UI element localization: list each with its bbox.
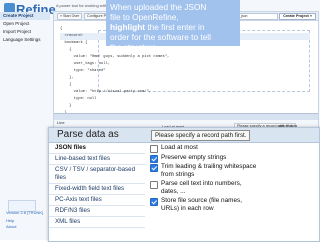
parse-panel-header: Parse data as Please specify a record pa… <box>49 128 319 143</box>
parse-panel-title: Parse data as <box>57 129 119 140</box>
option-label: Parse cell text into numbers, dates, ... <box>161 180 242 195</box>
parse-options: Load at most Preserve empty strings Trim… <box>149 144 259 214</box>
callout-line-4: order for the software to tell <box>110 32 211 42</box>
callout-highlight-word: highlight <box>110 22 146 32</box>
option-label: Preserve empty strings <box>161 153 227 161</box>
format-rdf-n3[interactable]: RDF/N3 files <box>49 206 145 217</box>
format-pc-axis[interactable]: PC-Axis text files <box>49 195 145 206</box>
format-xml[interactable]: XML files <box>49 217 145 228</box>
json-line[interactable]: }, <box>60 75 310 82</box>
checkbox-trim-whitespace[interactable] <box>150 164 158 172</box>
about-link[interactable]: About <box>6 224 16 229</box>
callout-line-2: file to OpenRefine, <box>110 12 179 22</box>
create-project-button[interactable]: Create Project » <box>279 13 316 20</box>
nav-import-project[interactable]: Import Project <box>0 28 50 36</box>
checkbox-preserve-empty[interactable] <box>150 154 158 163</box>
json-line[interactable]: { <box>60 82 310 89</box>
json-line[interactable]: type: null <box>60 96 310 103</box>
option-parse-cell-text[interactable]: Parse cell text into numbers, dates, ... <box>149 180 259 195</box>
format-fixed-width[interactable]: Fixed-width field text files <box>49 184 145 195</box>
nav-create-project[interactable]: Create Project <box>0 12 50 20</box>
option-load-at-most[interactable]: Load at most <box>149 144 259 153</box>
nav-open-project[interactable]: Open Project <box>0 20 50 28</box>
callout-text: When uploaded the JSON file to OpenRefin… <box>106 0 240 54</box>
format-json-files[interactable]: JSON files <box>49 143 145 154</box>
option-preserve-empty[interactable]: Preserve empty strings <box>149 153 259 163</box>
callout-line-1: When uploaded the JSON <box>110 2 207 12</box>
option-trim-whitespace[interactable]: Trim leading & trailing whitespace from … <box>149 163 259 178</box>
option-label: Trim leading & trailing whitespace from … <box>161 163 257 178</box>
format-line-based[interactable]: Line-based text files <box>49 154 145 165</box>
left-nav: Create Project Open Project Import Proje… <box>0 12 50 240</box>
checkbox-store-file-source[interactable] <box>150 198 158 206</box>
nav-language-settings[interactable]: Language Settings <box>0 36 50 44</box>
version-text: Version 2.8 [TRUNK] <box>6 210 44 215</box>
option-label: Store file source (file names, URLs) in … <box>161 197 242 212</box>
option-store-file-source[interactable]: Store file source (file names, URLs) in … <box>149 197 259 212</box>
json-line[interactable]: user_tags: null, <box>60 61 310 68</box>
format-csv-tsv[interactable]: CSV / TSV / separator-based files <box>49 165 145 184</box>
json-line[interactable]: value: "Hmm! guys, suddenly a pict comes… <box>60 54 310 61</box>
json-line[interactable]: } <box>60 103 310 110</box>
parse-data-panel: Parse data as Please specify a record pa… <box>48 127 320 242</box>
json-line[interactable]: value: "http://visual.party.com/", <box>60 89 310 96</box>
checkbox-load-at-most[interactable] <box>150 145 158 153</box>
parse-data-bar: Parse data as <box>54 113 318 128</box>
callout-line-3: the first enter in <box>145 22 205 32</box>
json-line[interactable]: type: "shared" <box>60 68 310 75</box>
help-link[interactable]: Help <box>6 218 14 223</box>
start-over-button[interactable]: « Start Over <box>57 13 83 20</box>
record-path-button[interactable]: Please specify a record path first. <box>151 130 251 141</box>
format-list: JSON files Line-based text files CSV / T… <box>49 143 145 241</box>
instruction-callout: When uploaded the JSON file to OpenRefin… <box>106 0 240 52</box>
callout-line-5: the structure. <box>110 42 159 52</box>
checkbox-parse-cell-text[interactable] <box>150 181 158 189</box>
option-label: Load at most <box>161 144 198 151</box>
